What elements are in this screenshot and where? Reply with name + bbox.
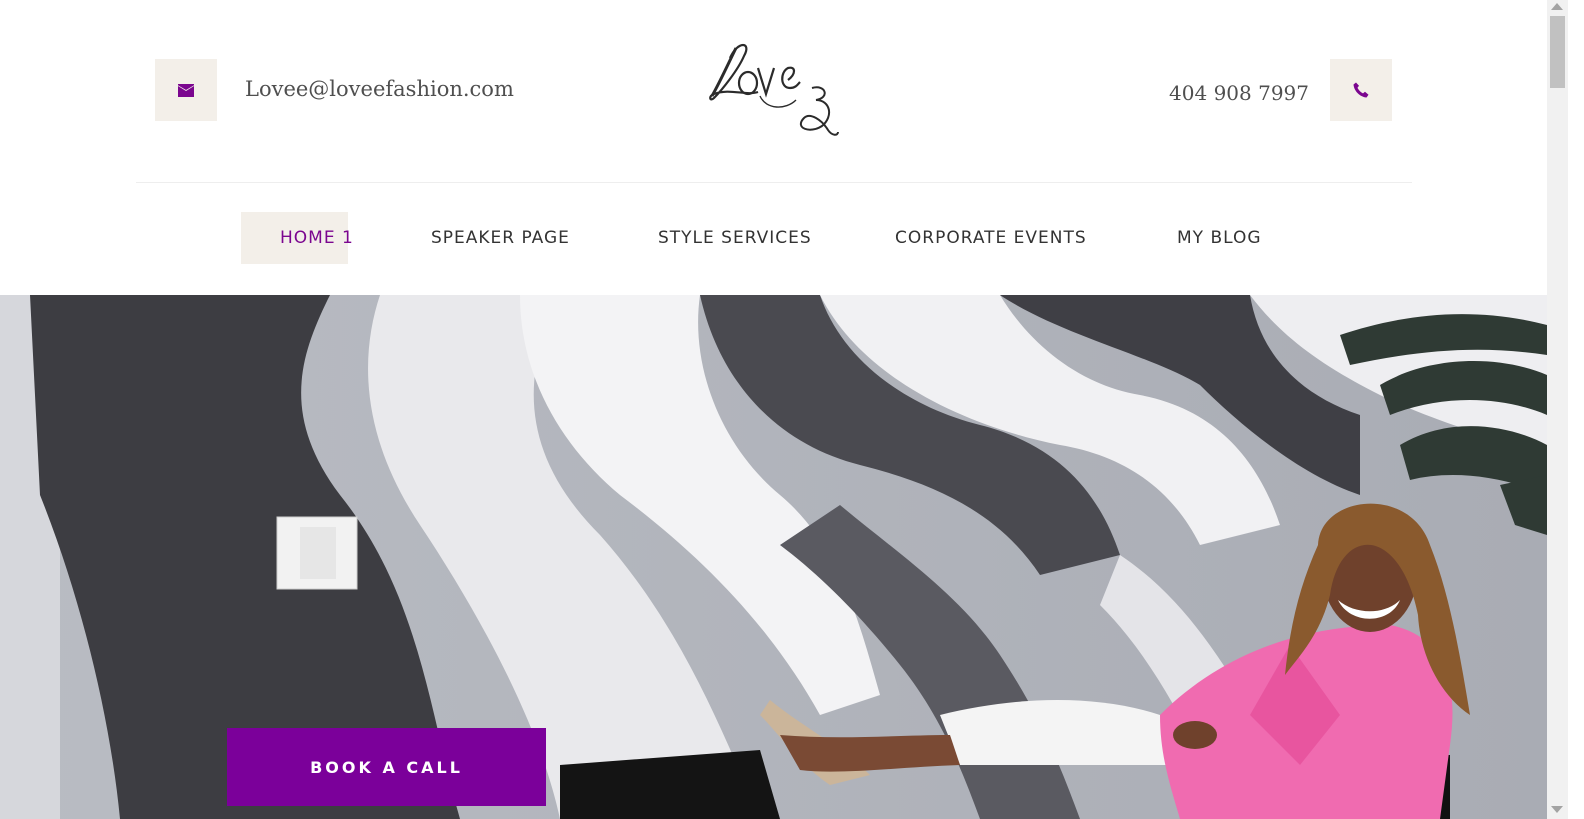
phone-icon-button[interactable] [1330,59,1392,121]
scroll-up-arrow-icon[interactable] [1551,3,1563,10]
logo-image [709,43,839,136]
nav-item-style-services[interactable]: STYLE SERVICES [658,212,812,264]
email-icon-button[interactable] [155,59,217,121]
book-a-call-button[interactable]: BOOK A CALL [227,728,546,806]
top-contact-bar: Lovee@loveefashion.com 404 908 7997 [0,0,1547,183]
email-link[interactable]: Lovee@loveefashion.com [245,74,514,104]
envelope-icon [178,83,194,97]
phone-icon [1353,82,1369,98]
site-logo[interactable] [700,38,840,143]
page-scrollbar[interactable] [1547,0,1568,819]
header-divider [136,182,1412,183]
scroll-down-arrow-icon[interactable] [1551,806,1563,813]
phone-number[interactable]: 404 908 7997 [1169,78,1309,108]
nav-item-corporate-events[interactable]: CORPORATE EVENTS [895,212,1087,264]
nav-item-speaker-page[interactable]: SPEAKER PAGE [431,212,570,264]
scrollbar-thumb[interactable] [1550,16,1565,88]
nav-item-my-blog[interactable]: MY BLOG [1177,212,1262,264]
hero-section: BOOK A CALL [0,295,1547,819]
nav-item-home-1[interactable]: HOME 1 [241,212,353,264]
page: Lovee@loveefashion.com 404 908 7997 HOME… [0,0,1547,819]
